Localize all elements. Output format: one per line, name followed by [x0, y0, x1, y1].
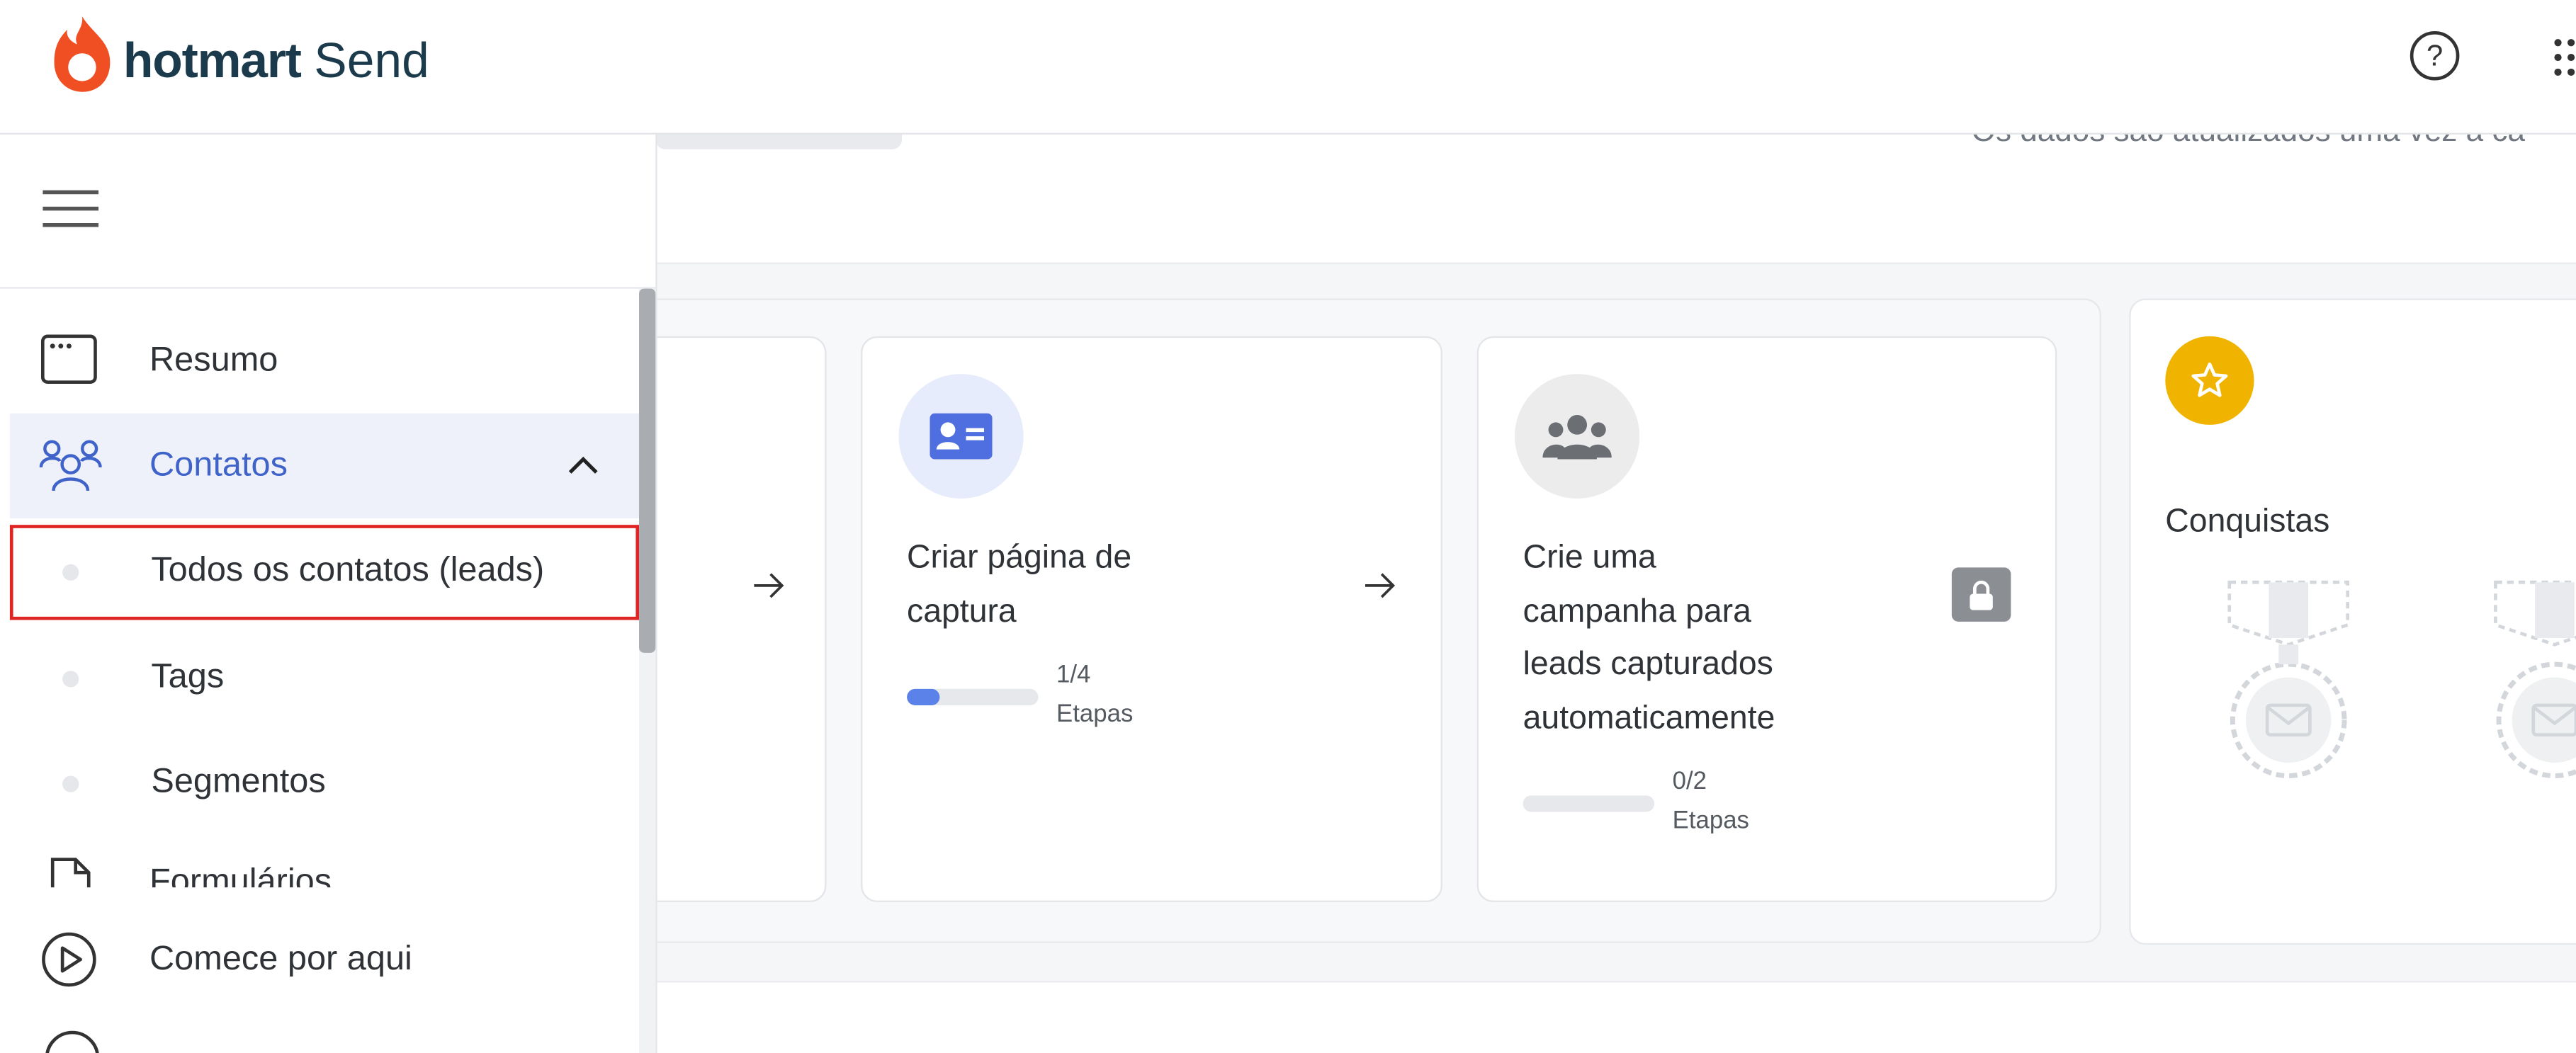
sidebar: Resumo Contatos Todos os contatos (leads… — [0, 134, 657, 1053]
browser-window-icon — [40, 334, 97, 384]
step-card-capture-page[interactable]: Criar página de captura 1/4 Etapas — [861, 336, 1442, 902]
contacts-group-icon — [39, 440, 102, 491]
step-progress-label: Etapas — [1672, 807, 1749, 835]
sidebar-subitem-todos-contatos[interactable]: Todos os contatos (leads) — [9, 525, 640, 620]
step-title: Crie uma campanha para leads capturados … — [1523, 540, 1775, 736]
sidebar-item-label: Contatos — [149, 446, 288, 484]
sidebar-item-formularios[interactable]: Formulários — [10, 830, 639, 888]
step-card-campaign[interactable]: Crie uma campanha para leads capturados … — [1476, 336, 2057, 902]
arrow-right-icon[interactable] — [1362, 567, 1398, 603]
step-progress-value: 0/2 — [1672, 767, 1707, 796]
sidebar-item-label: Formulários — [149, 863, 332, 888]
arrow-right-icon — [754, 573, 784, 598]
sidebar-item-label: Resumo — [149, 341, 278, 380]
step-progress-text: 1/4 Etapas — [1056, 656, 1133, 734]
bullet-dot — [62, 564, 79, 581]
hamburger-icon[interactable] — [43, 187, 99, 229]
help-icon: ? — [2426, 38, 2444, 72]
medal-icon — [2494, 580, 2576, 779]
form-document-icon — [50, 858, 91, 888]
app-viewport: Os dados são atualizados uma vez a ca Cr… — [0, 0, 2576, 1053]
brand-name: hotmart — [123, 34, 302, 89]
sidebar-subitem-segmentos[interactable]: Segmentos — [10, 736, 639, 831]
chevron-up-icon[interactable] — [565, 450, 601, 482]
sidebar-item-contatos[interactable]: Contatos — [9, 413, 640, 518]
hotmart-flame-icon[interactable] — [50, 13, 115, 96]
top-header: hotmart Send ? — [0, 0, 2576, 135]
sidebar-item-comece-por-aqui[interactable]: Comece por aqui — [10, 904, 639, 1008]
step-progress-bar — [907, 688, 1039, 705]
help-button[interactable]: ? — [2410, 31, 2460, 81]
star-icon — [2165, 336, 2254, 425]
circle-icon[interactable] — [43, 1028, 101, 1053]
id-card-icon — [898, 374, 1024, 499]
achievements-title: Conquistas — [2165, 503, 2330, 540]
sidebar-nav[interactable]: Resumo Contatos Todos os contatos (leads… — [0, 289, 640, 888]
lock-icon — [1951, 567, 2011, 622]
step-progress-bar — [1523, 795, 1655, 812]
brand-product: Send — [314, 34, 429, 89]
step-progress-text: 0/2 Etapas — [1673, 763, 1749, 841]
sidebar-item-label: Comece por aqui — [149, 940, 412, 978]
sidebar-item-resumo[interactable]: Resumo — [10, 308, 639, 413]
dashboard-main: Os dados são atualizados uma vez a ca Cr… — [622, 115, 2576, 1053]
sidebar-subitem-tags[interactable]: Tags — [10, 632, 639, 727]
users-group-icon — [1515, 374, 1640, 499]
medal-icon — [2227, 580, 2350, 779]
step-progress-label: Etapas — [1056, 700, 1134, 729]
top-tab-indicator — [655, 134, 903, 149]
step-progress-fill — [907, 688, 940, 705]
step-title: Criar página de captura — [907, 540, 1132, 630]
sidebar-subitem-label: Tags — [151, 657, 225, 696]
apps-grid-icon[interactable] — [2551, 36, 2576, 79]
step-progress-value: 1/4 — [1056, 661, 1091, 689]
bullet-dot — [62, 671, 79, 688]
play-circle-icon — [42, 932, 96, 987]
sidebar-subitem-label: Todos os contatos (leads) — [151, 551, 545, 589]
brand-logo[interactable]: hotmart Send — [123, 31, 429, 93]
sidebar-subitem-label: Segmentos — [151, 763, 326, 801]
sidebar-scrollbar-thumb[interactable] — [639, 288, 656, 653]
bullet-dot — [62, 775, 79, 792]
achievements-panel: Conquistas — [2129, 298, 2576, 945]
